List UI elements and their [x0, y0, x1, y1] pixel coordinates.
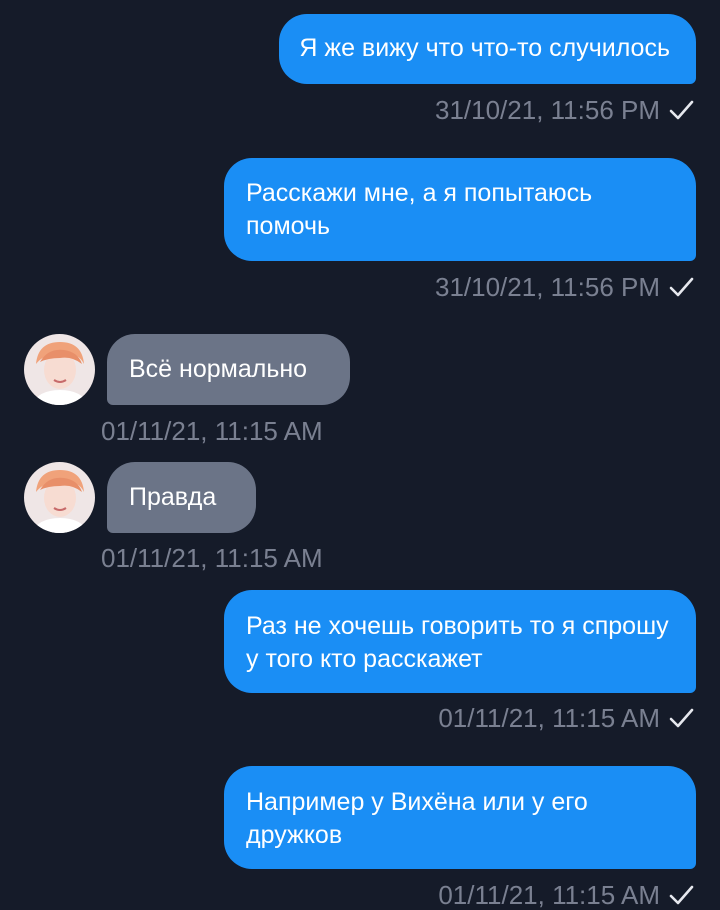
check-icon — [669, 277, 694, 297]
message-bubble-incoming[interactable]: Всё нормально — [107, 334, 350, 405]
message-timestamp: 01/11/21, 11:15 AM — [438, 703, 660, 733]
message-bubble-outgoing[interactable]: Я же вижу что что-то случилось — [279, 14, 696, 84]
check-icon — [669, 708, 694, 728]
message-timestamp: 01/11/21, 11:15 AM — [438, 880, 660, 910]
message-text: Правда — [129, 483, 217, 511]
message-bubble-outgoing[interactable]: Раз не хочешь говорить то я спрошу у тог… — [224, 590, 696, 693]
message-text: Например у Вихёна или у его дружков — [246, 788, 588, 849]
message-timestamp: 01/11/21, 11:15 AM — [101, 416, 323, 446]
message-timestamp: 31/10/21, 11:56 PM — [434, 95, 660, 125]
message-text: Я же вижу что что-то случилось — [299, 34, 670, 62]
message-timestamp: 31/10/21, 11:56 PM — [434, 272, 660, 302]
message-bubble-outgoing[interactable]: Расскажи мне, а я попытаюсь помочь — [224, 158, 696, 261]
message-text: Всё нормально — [129, 355, 308, 383]
check-icon — [669, 100, 694, 120]
message-bubble-outgoing[interactable]: Например у Вихёна или у его дружков — [224, 766, 696, 869]
avatar-image — [24, 462, 95, 533]
avatar-image — [24, 334, 95, 405]
message-text: Раз не хочешь говорить то я спрошу у тог… — [246, 612, 669, 673]
message-bubble-incoming[interactable]: Правда — [107, 462, 256, 533]
avatar[interactable] — [24, 462, 95, 533]
avatar[interactable] — [24, 334, 95, 405]
message-text: Расскажи мне, а я попытаюсь помочь — [246, 179, 593, 240]
message-timestamp: 01/11/21, 11:15 AM — [101, 543, 323, 573]
check-icon — [669, 885, 694, 905]
